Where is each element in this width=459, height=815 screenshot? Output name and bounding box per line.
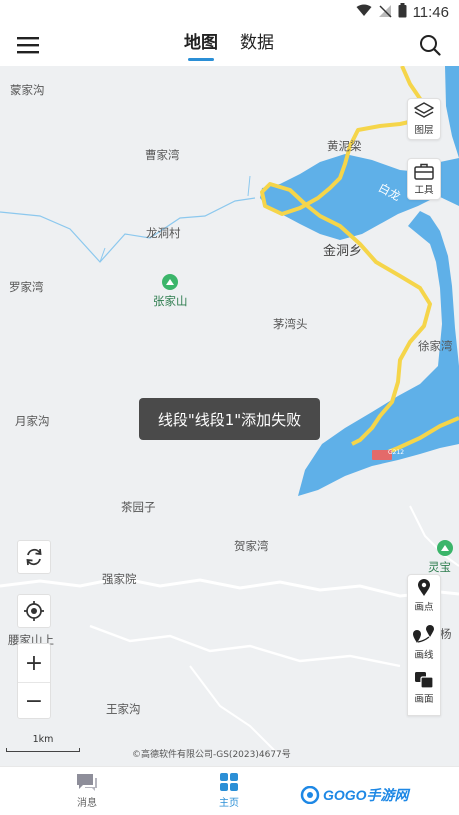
layers-icon bbox=[414, 102, 434, 118]
zoom-in-button[interactable]: + bbox=[18, 644, 50, 682]
map-pin-icon bbox=[417, 579, 430, 596]
tools-label: 工具 bbox=[414, 184, 434, 196]
place-label: 茶园子 bbox=[121, 500, 156, 514]
toast-message: 线段"线段1"添加失败 bbox=[139, 398, 320, 440]
grid-icon bbox=[220, 773, 238, 791]
draw-toolbar: 画点 画线 画面 bbox=[407, 574, 441, 716]
nav-messages[interactable]: 消息 bbox=[57, 772, 117, 809]
gogo-logo-icon bbox=[300, 786, 320, 804]
draw-area-label: 画面 bbox=[414, 694, 434, 705]
toolbox-icon bbox=[414, 163, 434, 180]
scale-bar bbox=[6, 748, 80, 752]
tools-button[interactable]: 工具 bbox=[407, 158, 441, 200]
chat-bubble-icon bbox=[77, 774, 97, 791]
nav-home-label: 主页 bbox=[219, 798, 239, 809]
map-copyright: ©高德软件有限公司-GS(2023)4677号 bbox=[132, 750, 291, 760]
refresh-icon bbox=[26, 548, 42, 566]
place-label: 强家院 bbox=[102, 572, 137, 586]
place-label: 徐家湾 bbox=[418, 339, 453, 353]
clock: 11:46 bbox=[412, 4, 449, 21]
refresh-button[interactable] bbox=[17, 540, 51, 574]
draw-line-button[interactable]: 画线 bbox=[412, 625, 436, 671]
place-label: 罗家湾 bbox=[9, 280, 44, 294]
scale-label: 1km bbox=[32, 734, 54, 745]
nav-home[interactable]: 主页 bbox=[199, 772, 259, 809]
mountain-poi-icon[interactable] bbox=[162, 274, 178, 290]
nav-messages-label: 消息 bbox=[77, 798, 97, 809]
polygon-area-icon bbox=[415, 672, 434, 689]
tab-data[interactable]: 数据 bbox=[240, 28, 274, 61]
locate-button[interactable] bbox=[17, 594, 51, 628]
tab-map[interactable]: 地图 bbox=[184, 28, 218, 61]
layers-button[interactable]: 图层 bbox=[407, 98, 441, 140]
wifi-icon bbox=[356, 4, 372, 21]
poi-icon[interactable] bbox=[437, 540, 453, 556]
place-label: 贺家湾 bbox=[234, 539, 269, 553]
place-label: 金洞乡 bbox=[323, 244, 363, 259]
menu-button[interactable] bbox=[14, 31, 42, 59]
zoom-out-button[interactable]: − bbox=[18, 682, 50, 720]
place-label: 灵宝 bbox=[428, 560, 451, 574]
watermark-text: GOGO手游网 bbox=[323, 787, 409, 803]
draw-point-label: 画点 bbox=[414, 602, 434, 613]
route-pins-icon bbox=[413, 625, 434, 643]
place-label: 龙洞村 bbox=[146, 226, 181, 240]
road-badge: G212 bbox=[388, 449, 405, 456]
draw-point-button[interactable]: 画点 bbox=[414, 579, 434, 625]
draw-area-button[interactable]: 画面 bbox=[414, 671, 434, 709]
watermark-logo: GOGO手游网 bbox=[300, 785, 409, 805]
layers-label: 图层 bbox=[414, 125, 434, 136]
search-button[interactable] bbox=[415, 30, 445, 60]
crosshair-icon bbox=[24, 601, 44, 621]
zoom-control: + − bbox=[17, 643, 51, 719]
place-label: 茅湾头 bbox=[273, 317, 308, 331]
place-label: 蒙家沟 bbox=[10, 83, 45, 97]
place-label: 曹家湾 bbox=[145, 148, 180, 162]
bottom-nav: 消息 主页 GOGO手游网 bbox=[0, 766, 459, 815]
no-signal-icon bbox=[378, 4, 392, 22]
hamburger-icon bbox=[17, 37, 39, 54]
search-icon bbox=[420, 35, 441, 56]
app-bar: 地图 数据 bbox=[0, 24, 459, 66]
place-label: 张家山 bbox=[153, 294, 188, 308]
map-canvas[interactable]: G212 蒙家沟 曹家湾 黄泥梁 龙洞村 金洞乡 罗家湾 张家山 茅湾头 徐家湾… bbox=[0, 66, 459, 766]
place-label: 黄泥梁 bbox=[327, 139, 362, 153]
status-bar: 11:46 bbox=[0, 0, 459, 24]
draw-line-label: 画线 bbox=[414, 650, 434, 661]
place-label: 杨 bbox=[440, 627, 452, 641]
battery-icon bbox=[398, 3, 407, 22]
place-label: 月家沟 bbox=[15, 414, 50, 428]
map-scale: 1km bbox=[6, 734, 80, 752]
place-label: 王家沟 bbox=[106, 702, 141, 716]
